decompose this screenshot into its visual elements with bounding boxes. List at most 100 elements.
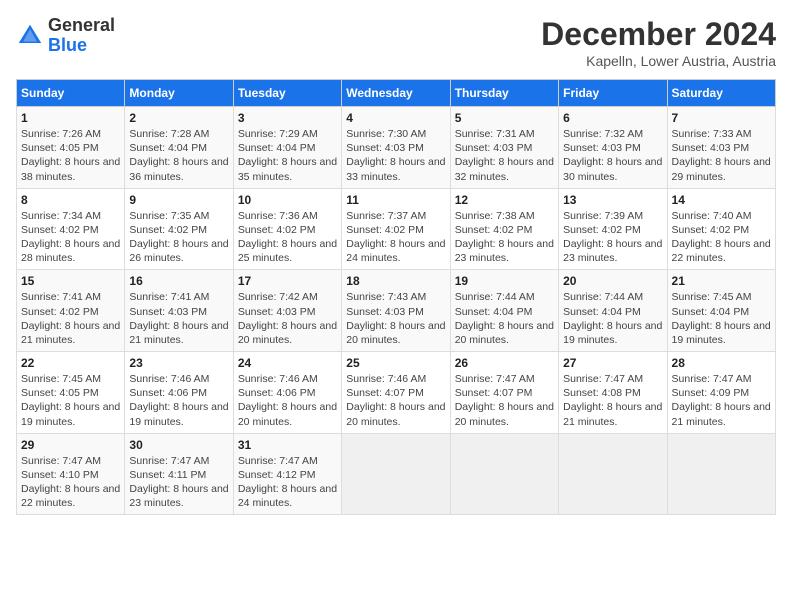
- day-number: 12: [455, 193, 554, 207]
- day-number: 22: [21, 356, 120, 370]
- calendar-day-cell: 5Sunrise: 7:31 AM Sunset: 4:03 PM Daylig…: [450, 107, 558, 189]
- calendar-day-cell: 25 Sunrise: 7:46 AM Sunset: 4:07 PM Dayli…: [342, 352, 450, 434]
- day-of-week-header: Tuesday: [233, 80, 341, 107]
- calendar-table: SundayMondayTuesdayWednesdayThursdayFrid…: [16, 79, 776, 515]
- calendar-day-cell: 6 Sunrise: 7:32 AM Sunset: 4:03 PM Daylig…: [559, 107, 667, 189]
- calendar-day-cell: 16 Sunrise: 7:41 AM Sunset: 4:03 PM Dayli…: [125, 270, 233, 352]
- day-info: Sunrise: 7:47 AM Sunset: 4:08 PM Dayligh…: [563, 372, 662, 429]
- calendar-header-row: SundayMondayTuesdayWednesdayThursdayFrid…: [17, 80, 776, 107]
- calendar-day-cell: 31Sunrise: 7:47 AM Sunset: 4:12 PM Dayli…: [233, 433, 341, 515]
- day-number: 19: [455, 274, 554, 288]
- day-number: 5: [455, 111, 554, 125]
- calendar-day-cell: 1 Sunrise: 7:26 AM Sunset: 4:05 PM Daylig…: [17, 107, 125, 189]
- day-number: 2: [129, 111, 228, 125]
- calendar-day-cell: 29 Sunrise: 7:47 AM Sunset: 4:10 PM Dayli…: [17, 433, 125, 515]
- day-number: 9: [129, 193, 228, 207]
- day-number: 26: [455, 356, 554, 370]
- calendar-day-cell: 9 Sunrise: 7:35 AM Sunset: 4:02 PM Daylig…: [125, 188, 233, 270]
- day-number: 31: [238, 438, 337, 452]
- day-of-week-header: Sunday: [17, 80, 125, 107]
- day-of-week-header: Wednesday: [342, 80, 450, 107]
- day-info: Sunrise: 7:47 AM Sunset: 4:10 PM Dayligh…: [21, 454, 120, 511]
- location-subtitle: Kapelln, Lower Austria, Austria: [541, 53, 776, 69]
- day-of-week-header: Friday: [559, 80, 667, 107]
- calendar-day-cell: 13Sunrise: 7:39 AM Sunset: 4:02 PM Dayli…: [559, 188, 667, 270]
- day-number: 8: [21, 193, 120, 207]
- calendar-day-cell: 2 Sunrise: 7:28 AM Sunset: 4:04 PM Daylig…: [125, 107, 233, 189]
- calendar-day-cell: 19 Sunrise: 7:44 AM Sunset: 4:04 PM Dayli…: [450, 270, 558, 352]
- day-info: Sunrise: 7:28 AM Sunset: 4:04 PM Dayligh…: [129, 127, 228, 184]
- day-number: 16: [129, 274, 228, 288]
- calendar-day-cell: 7 Sunrise: 7:33 AM Sunset: 4:03 PM Daylig…: [667, 107, 775, 189]
- day-number: 17: [238, 274, 337, 288]
- day-info: Sunrise: 7:26 AM Sunset: 4:05 PM Dayligh…: [21, 127, 120, 184]
- day-info: Sunrise: 7:42 AM Sunset: 4:03 PM Dayligh…: [238, 290, 337, 347]
- day-number: 29: [21, 438, 120, 452]
- day-number: 7: [672, 111, 771, 125]
- calendar-day-cell: [450, 433, 558, 515]
- day-number: 28: [672, 356, 771, 370]
- calendar-day-cell: 22Sunrise: 7:45 AM Sunset: 4:05 PM Dayli…: [17, 352, 125, 434]
- calendar-day-cell: 28Sunrise: 7:47 AM Sunset: 4:09 PM Dayli…: [667, 352, 775, 434]
- day-info: Sunrise: 7:46 AM Sunset: 4:06 PM Dayligh…: [129, 372, 228, 429]
- logo-general: General: [48, 15, 115, 35]
- day-info: Sunrise: 7:43 AM Sunset: 4:03 PM Dayligh…: [346, 290, 445, 347]
- calendar-day-cell: 12Sunrise: 7:38 AM Sunset: 4:02 PM Dayli…: [450, 188, 558, 270]
- calendar-day-cell: 14 Sunrise: 7:40 AM Sunset: 4:02 PM Dayli…: [667, 188, 775, 270]
- day-info: Sunrise: 7:47 AM Sunset: 4:11 PM Dayligh…: [129, 454, 228, 511]
- day-info: Sunrise: 7:39 AM Sunset: 4:02 PM Dayligh…: [563, 209, 662, 266]
- day-number: 24: [238, 356, 337, 370]
- calendar-week-row: 1 Sunrise: 7:26 AM Sunset: 4:05 PM Daylig…: [17, 107, 776, 189]
- calendar-week-row: 29 Sunrise: 7:47 AM Sunset: 4:10 PM Dayli…: [17, 433, 776, 515]
- calendar-day-cell: 26Sunrise: 7:47 AM Sunset: 4:07 PM Dayli…: [450, 352, 558, 434]
- day-info: Sunrise: 7:29 AM Sunset: 4:04 PM Dayligh…: [238, 127, 337, 184]
- day-info: Sunrise: 7:44 AM Sunset: 4:04 PM Dayligh…: [455, 290, 554, 347]
- page-header: General Blue December 2024 Kapelln, Lowe…: [16, 16, 776, 69]
- day-number: 25: [346, 356, 445, 370]
- calendar-week-row: 15 Sunrise: 7:41 AM Sunset: 4:02 PM Dayli…: [17, 270, 776, 352]
- month-title: December 2024: [541, 16, 776, 53]
- calendar-day-cell: [342, 433, 450, 515]
- day-of-week-header: Saturday: [667, 80, 775, 107]
- calendar-day-cell: 15 Sunrise: 7:41 AM Sunset: 4:02 PM Dayli…: [17, 270, 125, 352]
- calendar-day-cell: 3 Sunrise: 7:29 AM Sunset: 4:04 PM Daylig…: [233, 107, 341, 189]
- calendar-day-cell: 8 Sunrise: 7:34 AM Sunset: 4:02 PM Daylig…: [17, 188, 125, 270]
- day-number: 21: [672, 274, 771, 288]
- day-number: 6: [563, 111, 662, 125]
- day-number: 14: [672, 193, 771, 207]
- day-number: 18: [346, 274, 445, 288]
- day-info: Sunrise: 7:37 AM Sunset: 4:02 PM Dayligh…: [346, 209, 445, 266]
- calendar-day-cell: 23 Sunrise: 7:46 AM Sunset: 4:06 PM Dayli…: [125, 352, 233, 434]
- day-info: Sunrise: 7:35 AM Sunset: 4:02 PM Dayligh…: [129, 209, 228, 266]
- calendar-day-cell: 27Sunrise: 7:47 AM Sunset: 4:08 PM Dayli…: [559, 352, 667, 434]
- day-info: Sunrise: 7:41 AM Sunset: 4:03 PM Dayligh…: [129, 290, 228, 347]
- day-info: Sunrise: 7:32 AM Sunset: 4:03 PM Dayligh…: [563, 127, 662, 184]
- day-number: 1: [21, 111, 120, 125]
- calendar-week-row: 22Sunrise: 7:45 AM Sunset: 4:05 PM Dayli…: [17, 352, 776, 434]
- day-number: 11: [346, 193, 445, 207]
- day-info: Sunrise: 7:46 AM Sunset: 4:06 PM Dayligh…: [238, 372, 337, 429]
- day-info: Sunrise: 7:45 AM Sunset: 4:04 PM Dayligh…: [672, 290, 771, 347]
- day-number: 3: [238, 111, 337, 125]
- day-of-week-header: Thursday: [450, 80, 558, 107]
- day-info: Sunrise: 7:46 AM Sunset: 4:07 PM Dayligh…: [346, 372, 445, 429]
- day-info: Sunrise: 7:36 AM Sunset: 4:02 PM Dayligh…: [238, 209, 337, 266]
- day-info: Sunrise: 7:40 AM Sunset: 4:02 PM Dayligh…: [672, 209, 771, 266]
- calendar-body: 1 Sunrise: 7:26 AM Sunset: 4:05 PM Daylig…: [17, 107, 776, 515]
- day-number: 15: [21, 274, 120, 288]
- calendar-day-cell: 11 Sunrise: 7:37 AM Sunset: 4:02 PM Dayli…: [342, 188, 450, 270]
- day-number: 10: [238, 193, 337, 207]
- logo: General Blue: [16, 16, 115, 56]
- day-number: 23: [129, 356, 228, 370]
- calendar-day-cell: 4Sunrise: 7:30 AM Sunset: 4:03 PM Daylig…: [342, 107, 450, 189]
- day-of-week-header: Monday: [125, 80, 233, 107]
- day-info: Sunrise: 7:33 AM Sunset: 4:03 PM Dayligh…: [672, 127, 771, 184]
- title-block: December 2024 Kapelln, Lower Austria, Au…: [541, 16, 776, 69]
- calendar-week-row: 8 Sunrise: 7:34 AM Sunset: 4:02 PM Daylig…: [17, 188, 776, 270]
- logo-icon: [16, 22, 44, 50]
- day-info: Sunrise: 7:30 AM Sunset: 4:03 PM Dayligh…: [346, 127, 445, 184]
- calendar-day-cell: 30Sunrise: 7:47 AM Sunset: 4:11 PM Dayli…: [125, 433, 233, 515]
- day-info: Sunrise: 7:34 AM Sunset: 4:02 PM Dayligh…: [21, 209, 120, 266]
- day-info: Sunrise: 7:41 AM Sunset: 4:02 PM Dayligh…: [21, 290, 120, 347]
- calendar-day-cell: 20Sunrise: 7:44 AM Sunset: 4:04 PM Dayli…: [559, 270, 667, 352]
